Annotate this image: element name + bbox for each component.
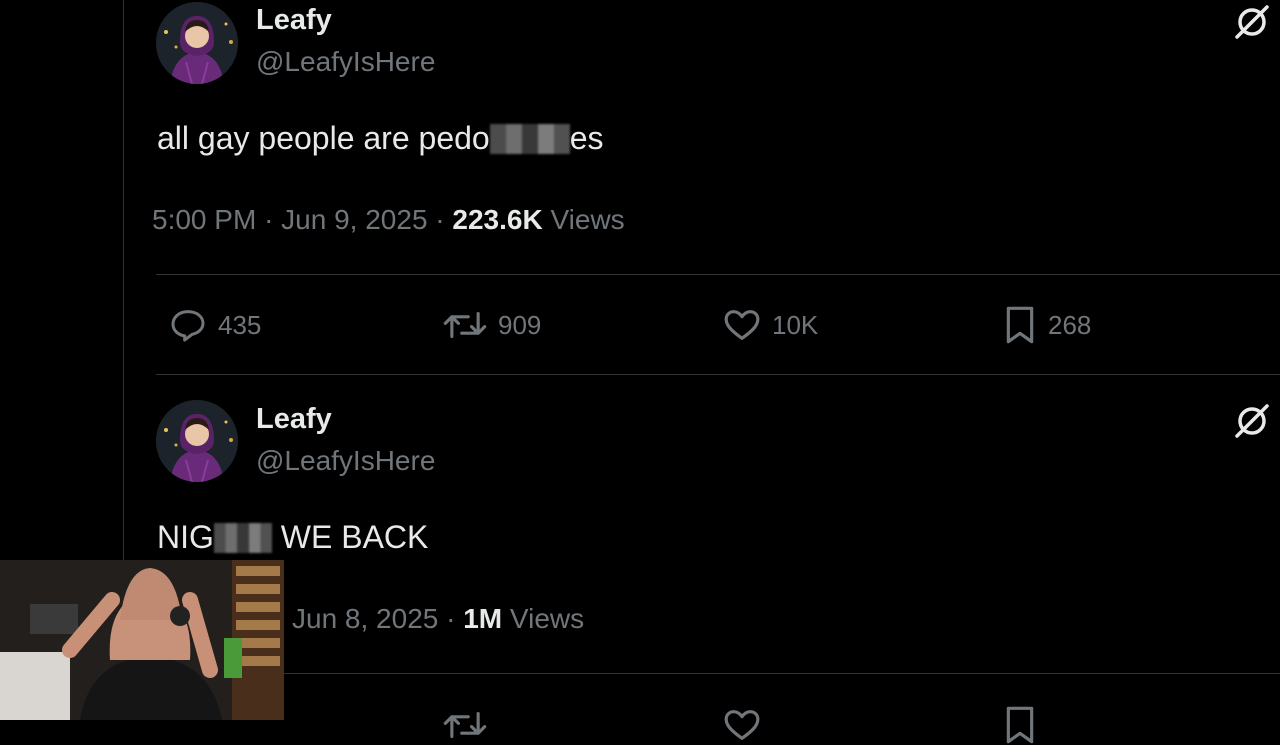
views-label: Views bbox=[550, 204, 625, 235]
webcam-overlay bbox=[0, 560, 284, 720]
meta-separator: · bbox=[446, 603, 456, 634]
tweet-text-end: WE BACK bbox=[271, 519, 429, 555]
bookmark-icon[interactable] bbox=[1002, 705, 1038, 745]
bookmark-icon bbox=[1006, 306, 1034, 344]
heart-icon bbox=[724, 310, 760, 340]
reply-count: 435 bbox=[218, 309, 262, 340]
tweet-text: all gay people are pedo es bbox=[157, 120, 604, 157]
meta-separator: · bbox=[264, 204, 274, 235]
display-name[interactable]: Leafy bbox=[256, 403, 332, 436]
retweet-icon[interactable] bbox=[442, 705, 488, 745]
censor-blur bbox=[213, 523, 272, 553]
bookmark-count: 268 bbox=[1048, 309, 1092, 340]
avatar[interactable] bbox=[156, 2, 238, 84]
heart-icon[interactable] bbox=[722, 705, 762, 745]
views-count: 1M bbox=[463, 603, 503, 634]
tweet[interactable]: Leafy @LeafyIsHere NIG WE BACK Jun 8, 20… bbox=[124, 375, 1280, 744]
tweet-meta: 5:00 PM · Jun 9, 2025 · 223.6K Views bbox=[152, 204, 625, 236]
reply-icon bbox=[171, 310, 205, 342]
reply-button[interactable]: 435 bbox=[168, 305, 261, 345]
display-name[interactable]: Leafy bbox=[256, 4, 332, 37]
tweet-date[interactable]: Jun 9, 2025 bbox=[281, 204, 427, 235]
divider bbox=[156, 673, 1280, 674]
censor-blur bbox=[489, 124, 570, 154]
grok-icon[interactable] bbox=[1232, 2, 1272, 42]
avatar[interactable] bbox=[156, 400, 238, 482]
like-count: 10K bbox=[772, 309, 819, 340]
tweet-text-start: all gay people are pedo bbox=[157, 120, 490, 156]
views-label: Views bbox=[509, 603, 585, 634]
divider bbox=[156, 274, 1280, 275]
tweet[interactable]: Leafy @LeafyIsHere all gay people are pe… bbox=[124, 0, 1280, 375]
handle[interactable]: @LeafyIsHere bbox=[256, 46, 435, 78]
meta-separator: · bbox=[435, 204, 445, 235]
retweet-button[interactable]: 909 bbox=[442, 305, 541, 345]
retweet-icon bbox=[443, 311, 487, 339]
tweet-text: NIG WE BACK bbox=[157, 519, 428, 556]
like-button[interactable]: 10K bbox=[722, 305, 818, 345]
tweet-meta: Jun 8, 2025 · 1M Views bbox=[292, 603, 584, 635]
tweet-text-start: NIG bbox=[157, 519, 214, 555]
views-count: 223.6K bbox=[452, 204, 543, 235]
grok-icon[interactable] bbox=[1232, 401, 1272, 441]
retweet-count: 909 bbox=[498, 309, 542, 340]
handle[interactable]: @LeafyIsHere bbox=[256, 445, 435, 477]
bookmark-button[interactable]: 268 bbox=[1002, 305, 1091, 345]
tweet-time[interactable]: 5:00 PM bbox=[152, 204, 256, 235]
tweet-date[interactable]: Jun 8, 2025 bbox=[292, 603, 438, 634]
tweet-text-end: es bbox=[569, 120, 604, 156]
